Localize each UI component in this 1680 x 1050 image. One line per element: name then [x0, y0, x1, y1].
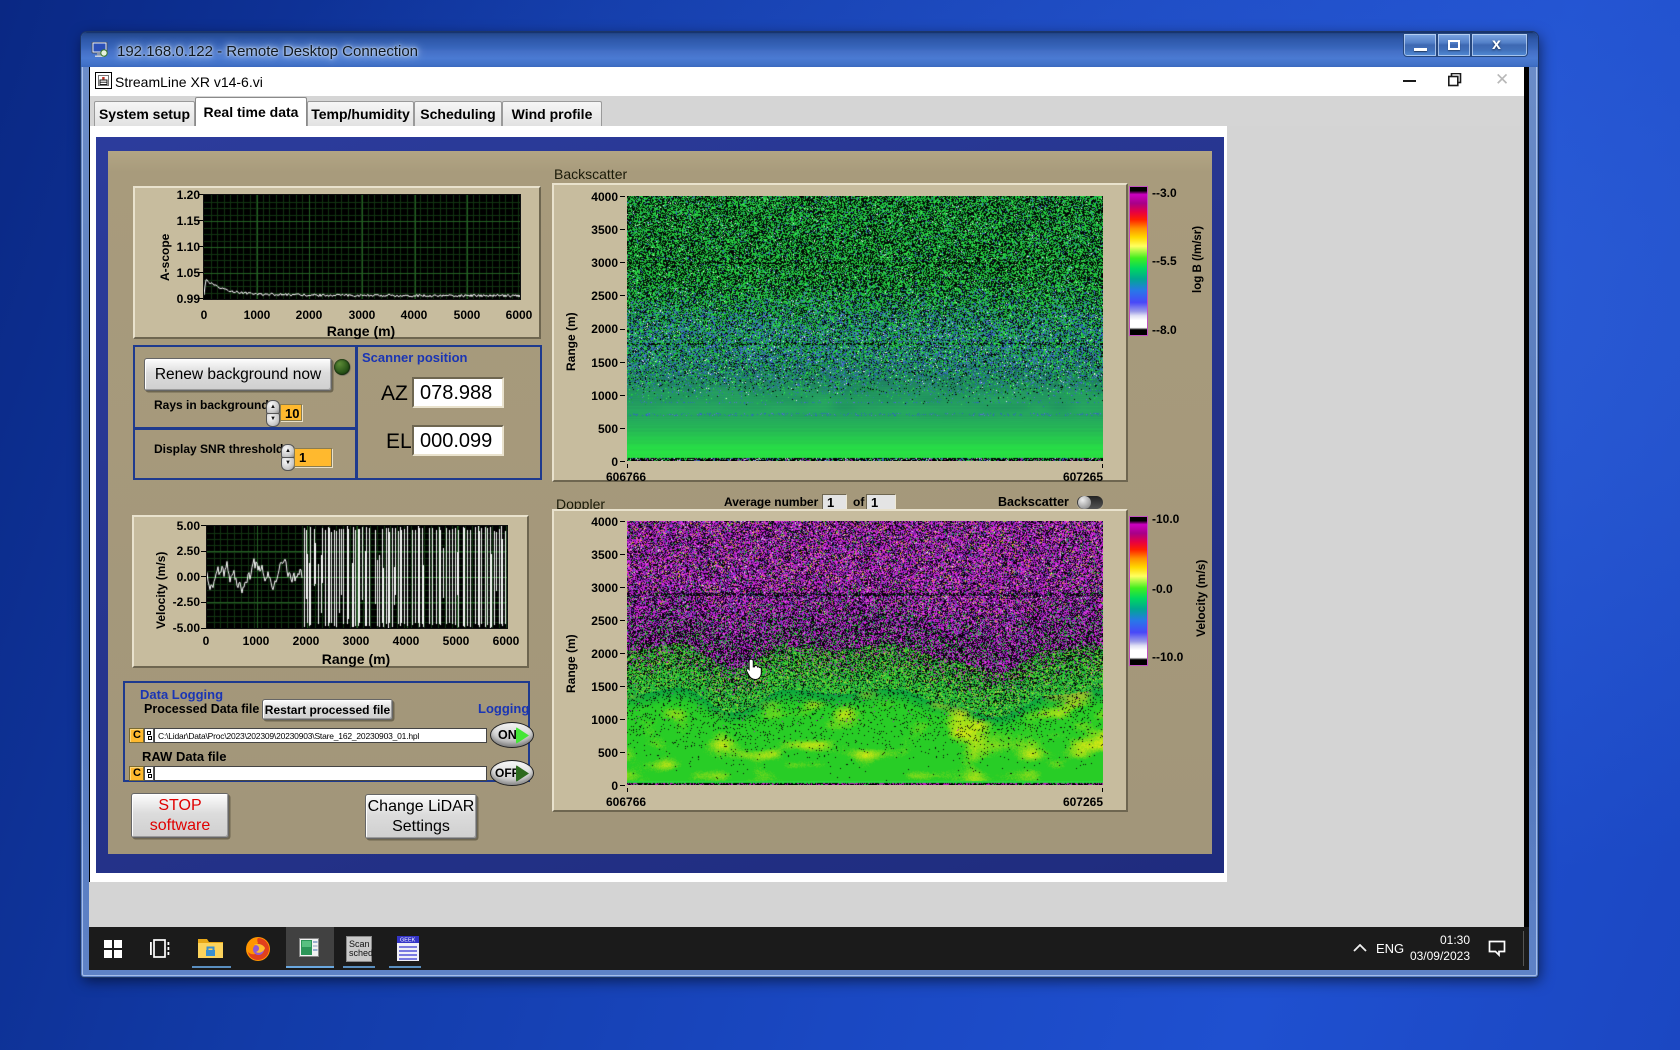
- svg-text:GEEK: GEEK: [400, 938, 416, 944]
